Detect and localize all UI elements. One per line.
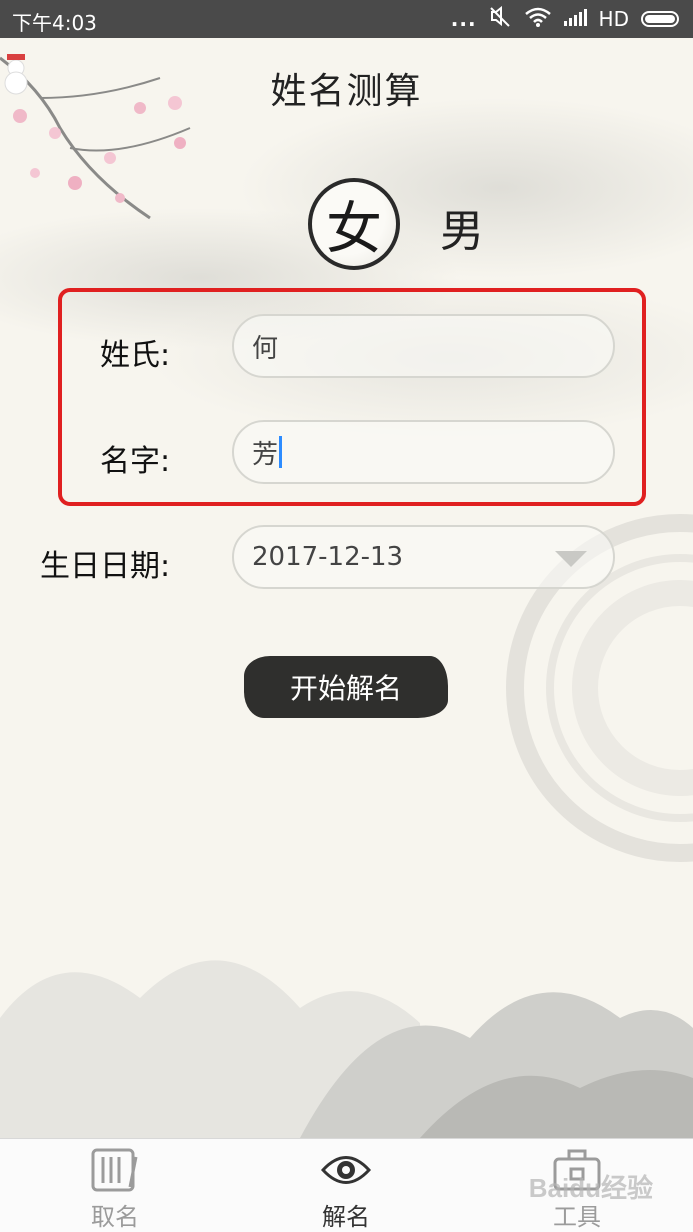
nav-item-naming[interactable]: 取名 [45, 1139, 185, 1232]
text-cursor [279, 436, 283, 468]
status-bar: 下午4:03 ... HD [0, 0, 693, 38]
surname-input[interactable]: 何 [232, 314, 615, 378]
mute-icon [489, 5, 513, 33]
surname-value: 何 [252, 333, 279, 364]
page-title: 姓名测算 [270, 71, 423, 112]
nav-item-analysis[interactable]: 解名 [276, 1139, 416, 1232]
birthday-label: 生日日期: [40, 549, 171, 584]
eye-icon [320, 1147, 372, 1193]
birthday-select[interactable]: 2017-12-13 [232, 525, 615, 589]
gender-female-option[interactable]: 女 [288, 172, 408, 272]
nav-label-naming: 取名 [91, 1203, 139, 1231]
birthday-value: 2017-12-13 [252, 542, 404, 572]
gender-female-label: 女 [326, 196, 382, 262]
given-name-label: 名字: [100, 444, 171, 479]
given-name-input[interactable]: 芳 [232, 420, 615, 484]
dropdown-arrow-icon [555, 551, 587, 567]
baidu-watermark: Baidu经验 [528, 1173, 653, 1203]
surname-label: 姓氏: [100, 338, 171, 373]
nav-label-analysis: 解名 [322, 1203, 370, 1231]
status-icons: ... HD [450, 5, 679, 33]
wifi-icon [524, 7, 551, 32]
start-analysis-button[interactable]: 开始解名 [244, 656, 448, 718]
notification-dots: ... [450, 7, 477, 31]
network-type: HD [598, 7, 629, 31]
battery-icon [641, 11, 679, 27]
given-name-value: 芳 [252, 439, 279, 470]
naming-icon [90, 1147, 140, 1193]
signal-icon [563, 7, 587, 31]
status-time: 下午4:03 [12, 11, 97, 35]
gender-male-option[interactable]: 男 [440, 195, 484, 259]
